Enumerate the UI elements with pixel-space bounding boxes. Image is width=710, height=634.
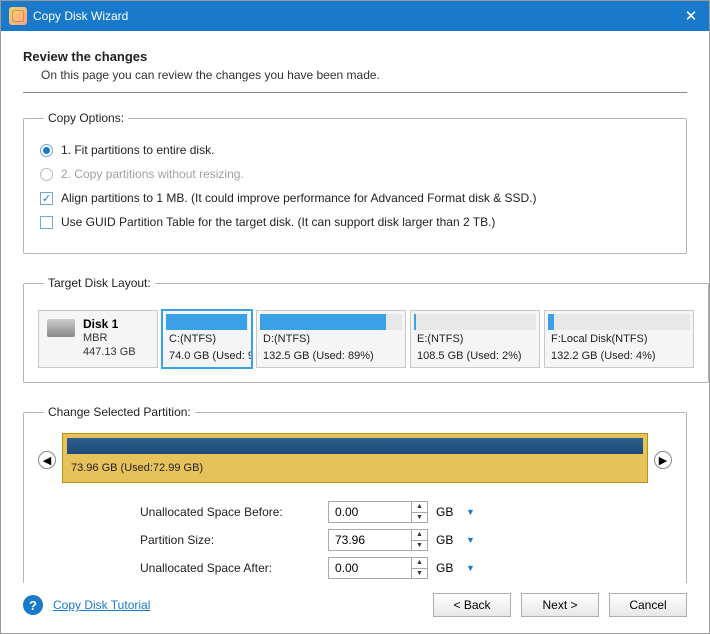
copy-options-group: Copy Options: 1. Fit partitions to entir… xyxy=(23,111,687,254)
partition-box[interactable]: C:(NTFS)74.0 GB (Used: 99%) xyxy=(162,310,252,368)
spinner-buttons: ▲▼ xyxy=(411,530,427,550)
titlebar: Copy Disk Wizard ✕ xyxy=(1,1,709,31)
checkbox-checked-icon: ✓ xyxy=(40,192,53,205)
change-partition-group: Change Selected Partition: ◀ 73.96 GB (U… xyxy=(23,405,687,583)
spin-up-icon[interactable]: ▲ xyxy=(412,530,427,541)
cancel-button[interactable]: Cancel xyxy=(609,593,687,617)
disk-type: MBR xyxy=(83,331,136,345)
size-form: Unallocated Space Before: ▲▼ GB ▼ Partit… xyxy=(140,501,570,579)
target-layout-group: Target Disk Layout: Disk 1 MBR 447.13 GB… xyxy=(23,276,709,383)
row-unalloc-before: Unallocated Space Before: ▲▼ GB ▼ xyxy=(140,501,570,523)
spin-up-icon[interactable]: ▲ xyxy=(412,558,427,569)
spin-up-icon[interactable]: ▲ xyxy=(412,502,427,513)
partition-used-fill xyxy=(166,314,247,330)
divider xyxy=(23,92,687,93)
option-fit-label: 1. Fit partitions to entire disk. xyxy=(61,143,214,157)
partition-line2: 132.2 GB (Used: 4%) xyxy=(545,350,693,367)
option-fit-partitions[interactable]: 1. Fit partitions to entire disk. xyxy=(40,143,672,157)
partition-usage-bar xyxy=(414,314,536,330)
partition-box[interactable]: F:Local Disk(NTFS)132.2 GB (Used: 4%) xyxy=(544,310,694,368)
page-desc: On this page you can review the changes … xyxy=(41,68,687,82)
close-icon[interactable]: ✕ xyxy=(681,7,701,25)
partition-grow-right-button[interactable]: ▶ xyxy=(654,451,672,469)
partition-line1: C:(NTFS) xyxy=(163,330,251,350)
unalloc-before-label: Unallocated Space Before: xyxy=(140,505,320,519)
option-copy-without-resize[interactable]: 2. Copy partitions without resizing. xyxy=(40,167,672,181)
wizard-window: Copy Disk Wizard ✕ Review the changes On… xyxy=(0,0,710,634)
checkbox-unchecked-icon xyxy=(40,216,53,229)
unalloc-after-input[interactable] xyxy=(329,558,411,578)
partition-box[interactable]: D:(NTFS)132.5 GB (Used: 89%) xyxy=(256,310,406,368)
unalloc-after-spinner[interactable]: ▲▼ xyxy=(328,557,428,579)
partition-shrink-left-button[interactable]: ◀ xyxy=(38,451,56,469)
footer: ? Copy Disk Tutorial < Back Next > Cance… xyxy=(1,583,709,633)
partition-size-spinner[interactable]: ▲▼ xyxy=(328,529,428,551)
partition-box[interactable]: E:(NTFS)108.5 GB (Used: 2%) xyxy=(410,310,540,368)
unit-dropdown-icon[interactable]: ▼ xyxy=(466,535,475,545)
page-title: Review the changes xyxy=(23,49,687,64)
option-use-gpt[interactable]: Use GUID Partition Table for the target … xyxy=(40,215,672,229)
partition-usage-bar xyxy=(260,314,402,330)
selected-partition-bar xyxy=(67,438,643,454)
partition-usage-bar xyxy=(166,314,248,330)
window-title: Copy Disk Wizard xyxy=(33,9,681,23)
help-icon[interactable]: ? xyxy=(23,595,43,615)
row-partition-size: Partition Size: ▲▼ GB ▼ xyxy=(140,529,570,551)
disk-name: Disk 1 xyxy=(83,317,136,331)
app-icon xyxy=(9,7,27,25)
partition-usage-bar xyxy=(548,314,690,330)
partition-line2: 132.5 GB (Used: 89%) xyxy=(257,350,405,367)
unalloc-before-spinner[interactable]: ▲▼ xyxy=(328,501,428,523)
radio-unselected-icon xyxy=(40,168,53,181)
unit-dropdown-icon[interactable]: ▼ xyxy=(466,563,475,573)
spin-down-icon[interactable]: ▼ xyxy=(412,569,427,579)
partition-size-label: Partition Size: xyxy=(140,533,320,547)
row-unalloc-after: Unallocated Space After: ▲▼ GB ▼ xyxy=(140,557,570,579)
partitions-container: C:(NTFS)74.0 GB (Used: 99%)D:(NTFS)132.5… xyxy=(162,310,694,368)
spin-down-icon[interactable]: ▼ xyxy=(412,541,427,551)
partition-size-input[interactable] xyxy=(329,530,411,550)
partition-line2: 74.0 GB (Used: 99%) xyxy=(163,350,251,367)
selected-partition-box[interactable]: 73.96 GB (Used:72.99 GB) xyxy=(62,433,648,483)
selected-partition-label: 73.96 GB (Used:72.99 GB) xyxy=(63,458,647,480)
spinner-buttons: ▲▼ xyxy=(411,502,427,522)
partition-line1: E:(NTFS) xyxy=(411,330,539,350)
unit-label: GB xyxy=(436,533,458,547)
disk-size: 447.13 GB xyxy=(83,345,136,359)
unit-label: GB xyxy=(436,505,458,519)
partition-line1: F:Local Disk(NTFS) xyxy=(545,330,693,350)
unit-dropdown-icon[interactable]: ▼ xyxy=(466,507,475,517)
disk-info: Disk 1 MBR 447.13 GB xyxy=(83,317,136,360)
option-align-label: Align partitions to 1 MB. (It could impr… xyxy=(61,191,537,205)
back-button[interactable]: < Back xyxy=(433,593,511,617)
partition-used-fill xyxy=(414,314,416,330)
next-button[interactable]: Next > xyxy=(521,593,599,617)
partition-line2: 108.5 GB (Used: 2%) xyxy=(411,350,539,367)
partition-line1: D:(NTFS) xyxy=(257,330,405,350)
unalloc-before-input[interactable] xyxy=(329,502,411,522)
option-gpt-label: Use GUID Partition Table for the target … xyxy=(61,215,495,229)
content-area: Review the changes On this page you can … xyxy=(1,31,709,583)
disk-icon xyxy=(47,319,75,337)
spin-down-icon[interactable]: ▼ xyxy=(412,513,427,523)
partition-used-fill xyxy=(548,314,554,330)
spinner-buttons: ▲▼ xyxy=(411,558,427,578)
copy-options-legend: Copy Options: xyxy=(44,111,128,125)
unalloc-after-label: Unallocated Space After: xyxy=(140,561,320,575)
option-noresize-label: 2. Copy partitions without resizing. xyxy=(61,167,244,181)
unit-label: GB xyxy=(436,561,458,575)
option-align-partitions[interactable]: ✓ Align partitions to 1 MB. (It could im… xyxy=(40,191,672,205)
disk-summary[interactable]: Disk 1 MBR 447.13 GB xyxy=(38,310,158,368)
layout-row: Disk 1 MBR 447.13 GB C:(NTFS)74.0 GB (Us… xyxy=(38,310,694,368)
radio-selected-icon xyxy=(40,144,53,157)
target-layout-legend: Target Disk Layout: xyxy=(44,276,155,290)
partition-used-fill xyxy=(260,314,386,330)
tutorial-link[interactable]: Copy Disk Tutorial xyxy=(53,598,150,612)
change-partition-legend: Change Selected Partition: xyxy=(44,405,195,419)
csp-outer: ◀ 73.96 GB (Used:72.99 GB) ▶ xyxy=(38,433,672,483)
